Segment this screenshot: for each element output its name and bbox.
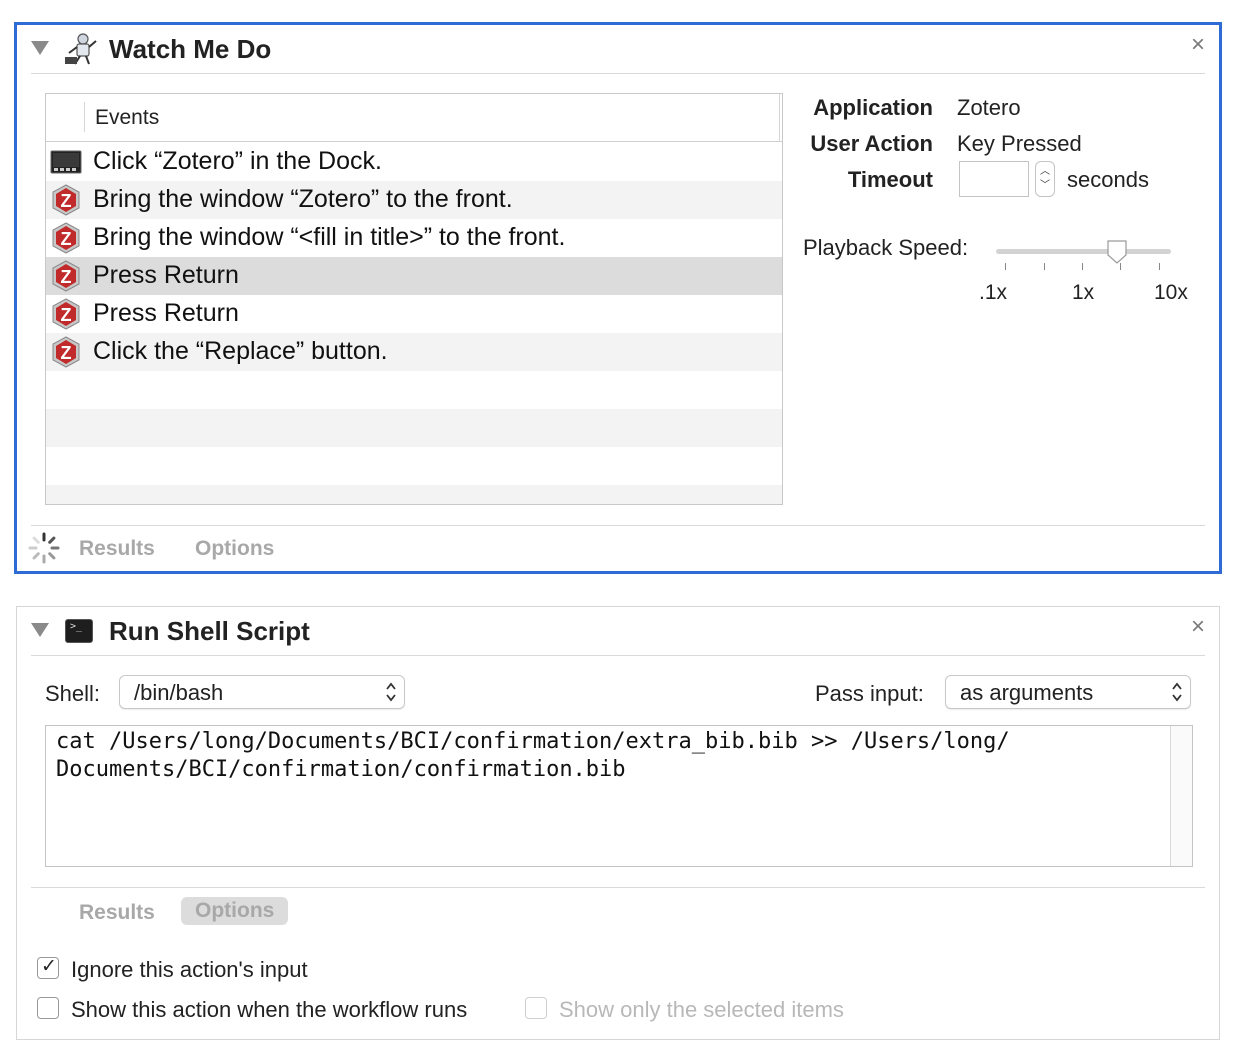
empty-row	[46, 485, 782, 504]
run-shell-script-panel: >_ Run Shell Script × Shell: /bin/bash P…	[16, 606, 1220, 1040]
timeout-unit: seconds	[1067, 167, 1149, 192]
show-action-checkbox[interactable]	[37, 997, 59, 1019]
slider-tick	[1159, 263, 1160, 270]
event-row[interactable]: Z Click the “Replace” button.	[46, 333, 782, 371]
slider-tick	[1005, 263, 1006, 270]
panel-title: Watch Me Do	[109, 34, 272, 64]
application-value: Zotero	[957, 95, 1021, 120]
timeout-label: Timeout	[847, 167, 933, 192]
script-editor[interactable]: cat /Users/long/Documents/BCI/confirmati…	[45, 725, 1193, 867]
events-table-header: Events	[46, 94, 782, 142]
divider	[31, 655, 1205, 656]
tab-options[interactable]: Options	[195, 537, 274, 561]
close-icon[interactable]: ×	[1191, 33, 1205, 57]
empty-row	[46, 409, 782, 447]
event-text: Click the “Replace” button.	[93, 337, 388, 365]
timeout-stepper[interactable]: ︿ ﹀	[1035, 161, 1055, 197]
empty-row	[46, 447, 782, 485]
event-text: Click “Zotero” in the Dock.	[93, 147, 382, 175]
zotero-icon: Z	[52, 336, 80, 368]
event-row[interactable]: Z Bring the window “<fill in title>” to …	[46, 219, 782, 257]
event-row-selected[interactable]: Z Press Return	[46, 257, 782, 295]
slider-tick	[1044, 263, 1045, 270]
empty-row	[46, 371, 782, 409]
playback-speed-label: Playback Speed:	[803, 235, 969, 260]
panel-title: Run Shell Script	[109, 616, 310, 646]
up-down-arrows-icon	[1172, 682, 1182, 702]
events-table[interactable]: Events Click “Zotero” in the Dock. Z Bri…	[45, 93, 783, 505]
speed-mid-label: 1x	[1072, 281, 1095, 304]
column-separator	[84, 102, 85, 132]
show-selected-label: Show only the selected items	[559, 997, 844, 1022]
event-text: Bring the window “Zotero” to the front.	[93, 185, 513, 213]
pass-input-label: Pass input:	[815, 681, 924, 706]
show-action-label[interactable]: Show this action when the workflow runs	[71, 997, 467, 1023]
run-shell-script-header: >_ Run Shell Script ×	[17, 607, 1219, 657]
playback-speed-slider[interactable]	[996, 249, 1171, 254]
watch-me-do-panel: Watch Me Do × Events Click “Zotero” in t…	[14, 22, 1222, 574]
shell-select[interactable]: /bin/bash	[119, 675, 405, 709]
event-text: Bring the window “<fill in title>” to th…	[93, 223, 566, 251]
timeout-input[interactable]	[959, 161, 1029, 197]
progress-spinner-icon	[28, 532, 60, 564]
shell-select-value: /bin/bash	[134, 680, 224, 705]
terminal-icon: >_	[65, 619, 93, 643]
tab-results[interactable]: Results	[79, 537, 155, 561]
user-action-label: User Action	[810, 131, 933, 156]
event-text: Press Return	[93, 299, 239, 327]
svg-text:Z: Z	[61, 229, 72, 249]
event-row[interactable]: Z Bring the window “Zotero” to the front…	[46, 181, 782, 219]
svg-text:Z: Z	[61, 191, 72, 211]
svg-text:Z: Z	[61, 305, 72, 325]
robot-icon	[65, 33, 97, 65]
event-row[interactable]: Click “Zotero” in the Dock.	[46, 143, 782, 181]
zotero-icon: Z	[52, 222, 80, 254]
dock-icon	[50, 150, 82, 174]
scrollbar[interactable]	[1170, 726, 1192, 866]
user-action-value: Key Pressed	[957, 131, 1082, 156]
close-icon[interactable]: ×	[1191, 615, 1205, 639]
slider-tick	[1120, 263, 1121, 270]
event-row[interactable]: Z Press Return	[46, 295, 782, 333]
shell-label: Shell:	[45, 681, 101, 706]
up-down-arrows-icon	[386, 682, 396, 702]
tab-options[interactable]: Options	[181, 897, 289, 925]
ignore-input-checkbox[interactable]: ✓	[37, 956, 59, 979]
zotero-icon: Z	[52, 184, 80, 216]
zotero-icon: Z	[52, 260, 80, 292]
collapse-triangle-icon[interactable]	[31, 41, 49, 55]
script-text[interactable]: cat /Users/long/Documents/BCI/confirmati…	[56, 728, 1146, 784]
chevron-up-icon[interactable]: ︿	[1040, 167, 1050, 177]
column-separator	[779, 94, 780, 142]
zotero-icon: Z	[52, 298, 80, 330]
svg-text:Z: Z	[61, 343, 72, 363]
speed-min-label: .1x	[979, 281, 1008, 304]
events-column-header[interactable]: Events	[95, 106, 159, 130]
chevron-down-icon[interactable]: ﹀	[1040, 181, 1050, 191]
divider	[31, 887, 1205, 888]
pass-input-value: as arguments	[960, 680, 1094, 705]
ignore-input-label[interactable]: Ignore this action's input	[71, 957, 308, 983]
pass-input-select[interactable]: as arguments	[945, 675, 1191, 709]
divider	[31, 525, 1205, 526]
svg-text:Z: Z	[61, 267, 72, 287]
application-label: Application	[813, 95, 933, 120]
checkmark-icon: ✓	[41, 956, 57, 977]
speed-max-label: 10x	[1154, 281, 1188, 304]
collapse-triangle-icon[interactable]	[31, 623, 49, 637]
slider-knob[interactable]	[1105, 239, 1129, 265]
tab-results[interactable]: Results	[79, 901, 155, 925]
watch-me-do-header: Watch Me Do ×	[17, 25, 1219, 75]
show-selected-checkbox[interactable]	[525, 997, 547, 1019]
event-text: Press Return	[93, 261, 239, 289]
slider-tick	[1082, 263, 1083, 270]
divider	[31, 73, 1205, 74]
